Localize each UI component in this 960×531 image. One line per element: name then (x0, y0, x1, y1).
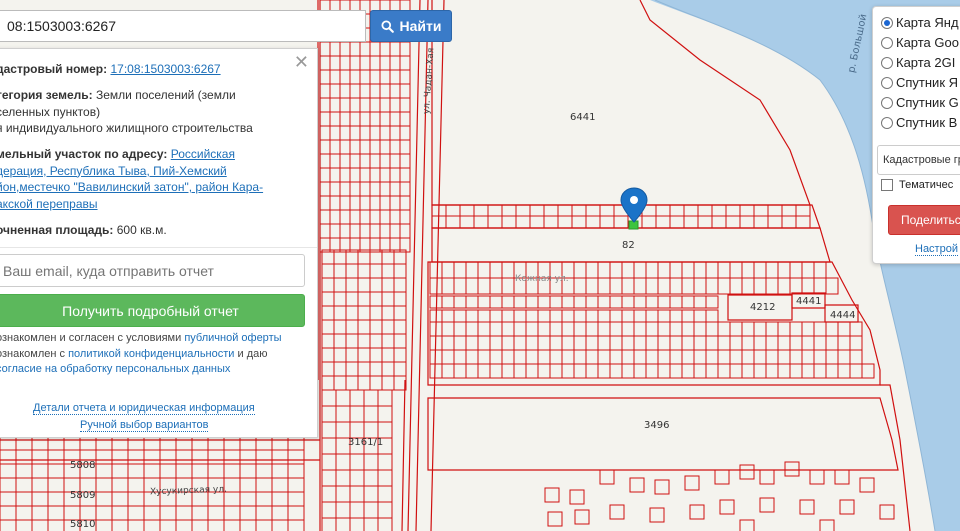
category-value-3: я индивидуального жилищного строительств… (0, 121, 253, 135)
address-label: мельный участок по адресу: (0, 147, 168, 161)
layer-option-label: Спутник Я (896, 75, 959, 90)
get-report-button[interactable]: Получить подробный отчет (0, 294, 305, 327)
category-value-1: Земли поселений (земли (95, 88, 236, 102)
personal-data-consent-link[interactable]: согласие на обработку персональных данны… (0, 363, 230, 375)
area-value: 600 кв.м. (116, 223, 167, 237)
checkbox-icon[interactable] (881, 179, 893, 191)
category-label: тегория земель: (0, 88, 93, 102)
parcel-label-3161: 3161/1 (348, 437, 384, 448)
search-icon (381, 19, 394, 33)
search-button-label: Найти (399, 18, 442, 34)
layer-option-5[interactable]: Спутник B (881, 115, 957, 130)
settings-link[interactable]: Настрой (915, 243, 958, 256)
layer-option-0[interactable]: Карта Янд (881, 15, 959, 30)
parcel-label-6441: 6441 (570, 112, 596, 123)
category-row: тегория земель: Земли поселений (земли с… (0, 87, 307, 137)
address-link-3[interactable]: йон,местечко "Вавилинский затон", район … (0, 180, 263, 194)
layer-option-label: Карта Goo (896, 35, 959, 50)
map-layers-panel: Карта Янд Карта Goo Карта 2GI Спутник Я … (872, 6, 960, 264)
radio-icon[interactable] (881, 36, 893, 49)
parcel-label-4441: 4441 (796, 296, 822, 307)
parcel-label-5809: 5809 (70, 490, 96, 501)
address-row: мельный участок по адресу: Российская де… (0, 146, 307, 212)
consent-privacy: ознакомлен с политикой конфиденциальност… (0, 347, 268, 363)
radio-icon[interactable] (881, 96, 893, 109)
parcel-info-panel: ✕ дастровый номер: 17:08:1503003:6267 те… (0, 48, 318, 438)
manual-select-link[interactable]: Ручной выбор вариантов (80, 419, 209, 432)
layer-option-label: Карта Янд (896, 15, 959, 30)
layer-option-1[interactable]: Карта Goo (881, 35, 959, 50)
cadastral-label: дастровый номер: (0, 62, 108, 76)
public-offer-link[interactable]: публичной оферты (184, 332, 281, 344)
address-link-4[interactable]: акской переправы (0, 197, 98, 211)
consent-offer: ознакомлен и согласен с условиями публич… (0, 331, 282, 347)
parcel-label-82: 82 (622, 240, 635, 251)
parcel-label-4212: 4212 (750, 302, 776, 313)
email-field[interactable] (0, 254, 305, 287)
cadastral-row: дастровый номер: 17:08:1503003:6267 (0, 61, 307, 78)
radio-icon[interactable] (881, 76, 893, 89)
layer-option-label: Карта 2GI (896, 55, 956, 70)
overlay-select[interactable]: Кадастровые гр (877, 145, 960, 175)
radio-icon[interactable] (881, 16, 893, 29)
search-button[interactable]: Найти (370, 10, 452, 42)
layer-option-2[interactable]: Карта 2GI (881, 55, 955, 70)
radio-icon[interactable] (881, 116, 893, 129)
category-value-2: селенных пунктов) (0, 104, 101, 119)
layer-option-label: Спутник B (896, 115, 958, 130)
address-link-2[interactable]: дерация, Республика Тыва, Пий-Хемский (0, 164, 227, 178)
parcel-label-4444: 4444 (830, 310, 856, 321)
thematic-label: Тематичес (899, 179, 954, 191)
layer-option-3[interactable]: Спутник Я (881, 75, 958, 90)
consent-privacy-tail: и даю (237, 348, 268, 360)
overlay-select-value: Кадастровые гр (883, 154, 960, 166)
parcel-label-3496: 3496 (644, 420, 670, 431)
radio-icon[interactable] (881, 56, 893, 69)
consent-offer-text: ознакомлен и согласен с условиями (0, 332, 182, 344)
street-label-mid: Кожная ул. (515, 274, 569, 284)
layer-option-label: Спутник G (896, 95, 959, 110)
area-row: очненная площадь: 600 кв.м. (0, 222, 307, 239)
parcel-label-5808: 5808 (70, 460, 96, 471)
consent-data: согласие на обработку персональных данны… (0, 362, 230, 378)
layer-option-4[interactable]: Спутник G (881, 95, 959, 110)
address-link-1[interactable]: Российская (171, 147, 235, 161)
share-button[interactable]: Поделиться (888, 205, 960, 235)
consent-privacy-text: ознакомлен с (0, 348, 66, 360)
search-input[interactable] (0, 10, 366, 42)
details-link[interactable]: Детали отчета и юридическая информация (33, 402, 255, 415)
thematic-checkbox[interactable]: Тематичес (881, 179, 953, 191)
privacy-policy-link[interactable]: политикой конфиденциальности (68, 348, 234, 360)
area-label: очненная площадь: (0, 223, 114, 237)
parcel-label-5810: 5810 (70, 519, 96, 530)
cadastral-number-link[interactable]: 17:08:1503003:6267 (110, 62, 220, 76)
